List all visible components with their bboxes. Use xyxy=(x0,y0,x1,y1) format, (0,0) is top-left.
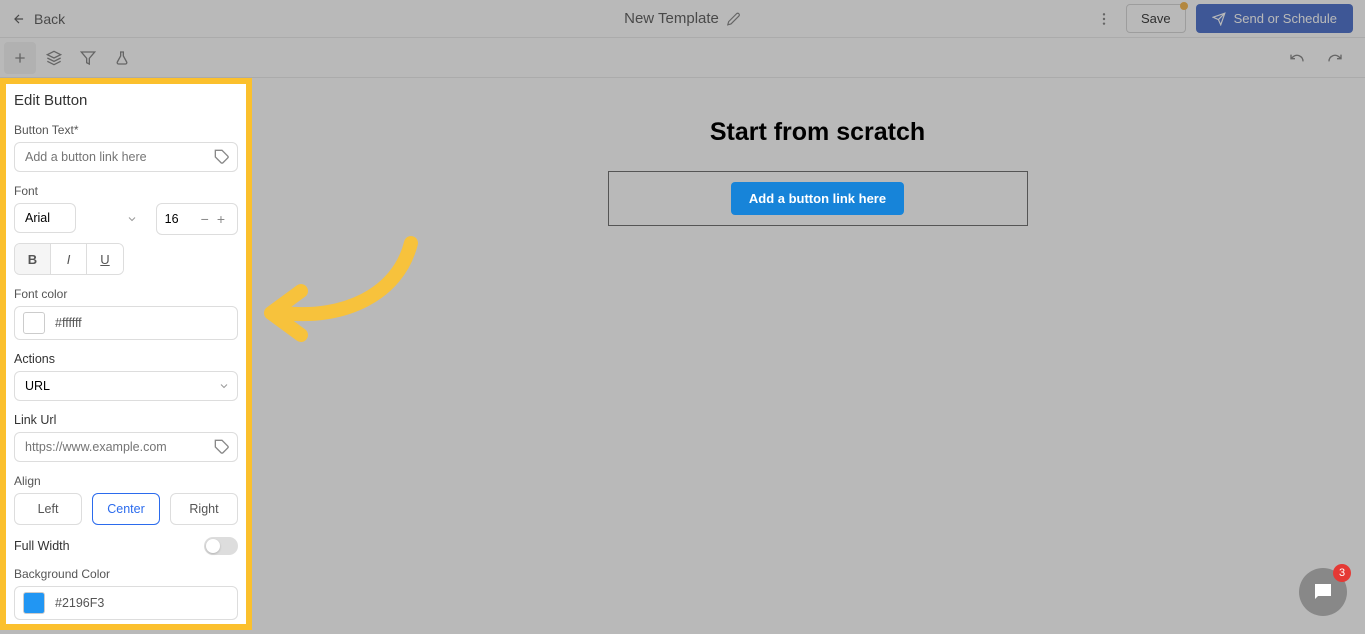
bg-color-picker[interactable]: #2196F3 xyxy=(14,586,238,620)
button-text-label: Button Text* xyxy=(14,123,238,137)
align-label: Align xyxy=(14,474,238,488)
font-size-input[interactable] xyxy=(165,212,197,226)
color-swatch-icon xyxy=(23,592,45,614)
full-width-label: Full Width xyxy=(14,539,70,553)
underline-button[interactable]: U xyxy=(87,244,123,274)
panel-title: Edit Button xyxy=(12,92,240,109)
button-text-input[interactable] xyxy=(14,142,238,172)
align-right-button[interactable]: Right xyxy=(170,493,238,525)
font-color-value: #ffffff xyxy=(55,316,82,330)
actions-label: Actions xyxy=(14,352,238,366)
chat-widget[interactable]: 3 xyxy=(1299,568,1347,616)
actions-select[interactable]: URL xyxy=(14,371,238,401)
toggle-knob-icon xyxy=(206,539,220,553)
full-width-toggle[interactable] xyxy=(204,537,238,555)
bg-color-value: #2196F3 xyxy=(55,596,104,610)
bg-color-label: Background Color xyxy=(14,567,238,581)
highlight-frame: Edit Button Button Text* Font Arial − xyxy=(0,78,252,630)
tag-icon[interactable] xyxy=(214,149,230,165)
align-left-button[interactable]: Left xyxy=(14,493,82,525)
link-url-input[interactable] xyxy=(14,432,238,462)
font-size-stepper[interactable]: − + xyxy=(156,203,238,235)
increase-button[interactable]: + xyxy=(213,211,229,227)
chevron-down-icon xyxy=(126,213,138,225)
font-label: Font xyxy=(14,184,238,198)
chat-icon xyxy=(1311,580,1335,604)
tag-icon[interactable] xyxy=(214,439,230,455)
align-center-button[interactable]: Center xyxy=(92,493,160,525)
font-select[interactable]: Arial xyxy=(14,203,76,233)
italic-button[interactable]: I xyxy=(51,244,87,274)
decrease-button[interactable]: − xyxy=(197,211,213,227)
font-color-label: Font color xyxy=(14,287,238,301)
chat-badge: 3 xyxy=(1333,564,1351,582)
bold-button[interactable]: B xyxy=(15,244,51,274)
font-color-picker[interactable]: #ffffff xyxy=(14,306,238,340)
color-swatch-icon xyxy=(23,312,45,334)
edit-button-panel: Edit Button Button Text* Font Arial − xyxy=(6,84,246,624)
link-url-label: Link Url xyxy=(14,413,238,427)
